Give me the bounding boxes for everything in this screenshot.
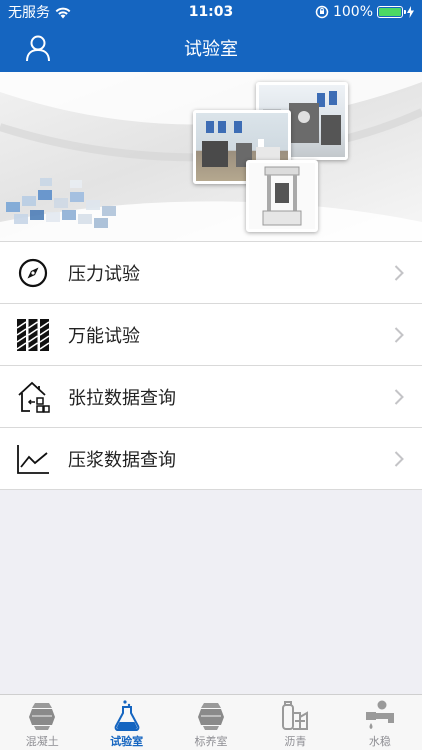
tab-water-stability[interactable]: 水稳 — [338, 695, 422, 750]
battery-fill — [379, 8, 401, 16]
menu-item-grouting-data-query[interactable]: 压浆数据查询 — [0, 428, 422, 490]
status-bar: 无服务 11:03 100% — [0, 0, 422, 24]
nav-bar: 试验室 — [0, 24, 422, 72]
menu-item-pressure-test[interactable]: 压力试验 — [0, 242, 422, 304]
tab-label: 标养室 — [194, 735, 228, 748]
lab-photo-press-machine — [246, 160, 318, 232]
tab-label: 混凝土 — [25, 735, 59, 748]
battery-icon — [377, 6, 406, 18]
menu-item-tension-data-query[interactable]: 张拉数据查询 — [0, 366, 422, 428]
banner — [0, 72, 422, 242]
menu-item-label: 压力试验 — [68, 263, 140, 285]
menu-item-label: 张拉数据查询 — [68, 387, 176, 409]
menu-item-universal-test[interactable]: 万能试验 — [0, 304, 422, 366]
flask-icon — [114, 700, 139, 731]
wifi-icon — [55, 7, 71, 18]
menu-item-label: 万能试验 — [68, 325, 140, 347]
page-title: 试验室 — [184, 39, 238, 60]
tab-bar: 混凝土 试验室 标养室 沥青 水稳 — [0, 694, 422, 750]
battery-percent: 100% — [332, 4, 373, 20]
carrier-label: 无服务 — [8, 5, 50, 21]
chevron-right-icon — [394, 389, 404, 405]
drill-bits-icon — [16, 318, 50, 352]
user-icon[interactable] — [24, 34, 52, 62]
orientation-lock-icon — [315, 5, 329, 19]
status-right: 100% — [274, 4, 414, 20]
tab-curing-room[interactable]: 标养室 — [169, 695, 253, 750]
curing-room-icon — [198, 703, 225, 730]
tab-label: 水稳 — [368, 735, 391, 748]
charging-bolt-icon — [407, 6, 414, 18]
menu-item-label: 压浆数据查询 — [68, 449, 176, 471]
chevron-right-icon — [394, 265, 404, 281]
tab-label: 试验室 — [110, 735, 144, 748]
compass-icon — [16, 256, 50, 290]
tab-laboratory[interactable]: 试验室 — [84, 695, 168, 750]
line-chart-icon — [16, 442, 50, 476]
concrete-icon — [29, 703, 56, 730]
tab-concrete[interactable]: 混凝土 — [0, 695, 84, 750]
asphalt-icon — [282, 701, 309, 730]
menu-list: 压力试验 万能试验 张拉数据查询 压浆数据查询 — [0, 241, 422, 490]
chevron-right-icon — [394, 451, 404, 467]
tab-asphalt[interactable]: 沥青 — [253, 695, 337, 750]
status-time: 11:03 — [188, 4, 234, 20]
chevron-right-icon — [394, 327, 404, 343]
house-data-icon — [16, 380, 50, 414]
water-stability-icon — [365, 700, 394, 729]
status-left: 无服务 — [8, 2, 148, 22]
tab-label: 沥青 — [284, 735, 307, 748]
